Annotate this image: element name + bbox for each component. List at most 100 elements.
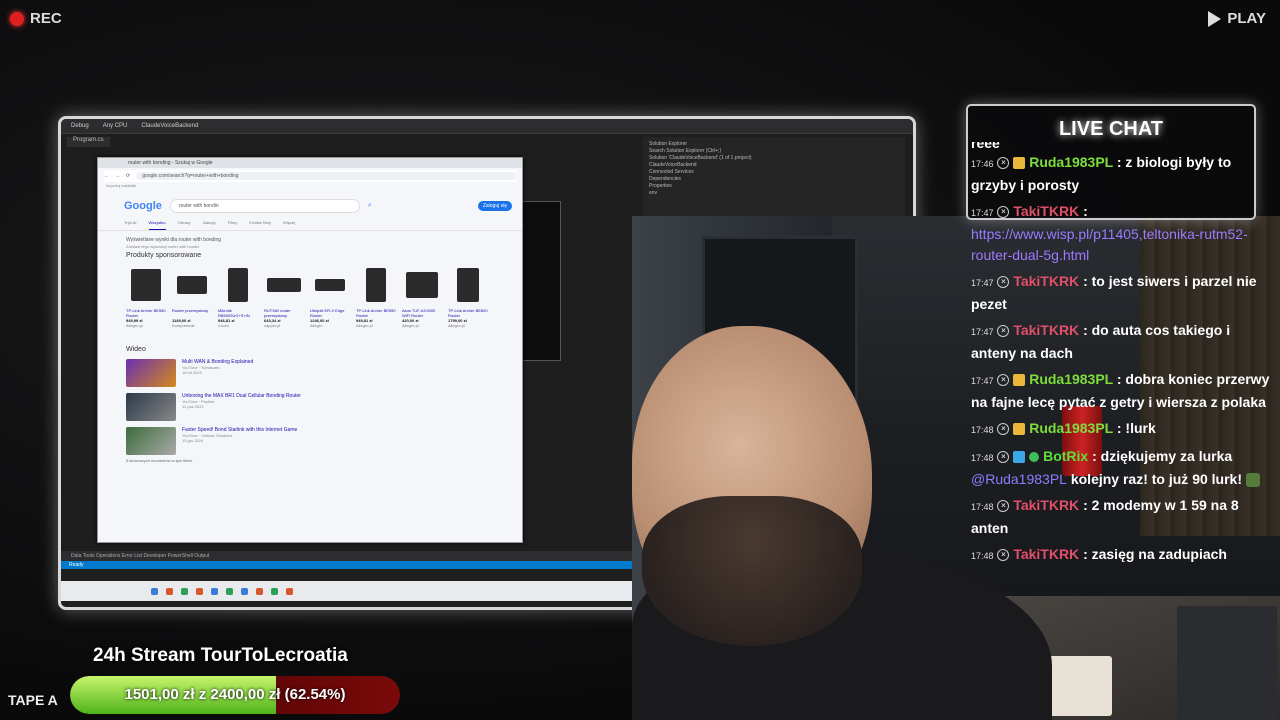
- vs-tab-program[interactable]: Program.cs: [67, 137, 110, 147]
- solution-explorer-search[interactable]: Search Solution Explorer (Ctrl+;): [649, 148, 899, 154]
- product-name[interactable]: Router przemysłowy: [172, 308, 212, 318]
- product-image[interactable]: [310, 265, 350, 305]
- more-moments[interactable]: 5 kluczowych momentów w tym filmie: [98, 455, 522, 463]
- chat-username[interactable]: Ruda1983PL: [1029, 154, 1113, 170]
- login-button[interactable]: Zaloguj się: [477, 201, 512, 211]
- product-image[interactable]: [172, 265, 212, 305]
- solution-item[interactable]: Solution 'ClaudeVoiceBackend' (1 of 1 pr…: [649, 155, 899, 161]
- search-icon[interactable]: ⌕: [368, 202, 372, 210]
- chat-username[interactable]: TakiTKRK: [1013, 497, 1079, 513]
- product-image[interactable]: [356, 265, 396, 305]
- tape-label: TAPE A: [8, 692, 58, 708]
- play-label: PLAY: [1227, 10, 1266, 27]
- solution-item[interactable]: ClaudeVoiceBackend: [649, 162, 899, 168]
- product-name[interactable]: RUT360 router przemysłowy: [264, 308, 304, 318]
- chat-username[interactable]: TakiTKRK: [1013, 203, 1079, 219]
- taskbar-app-icon[interactable]: [166, 587, 173, 595]
- timeout-icon[interactable]: ×: [997, 325, 1010, 338]
- product-name[interactable]: Asus TUF-AX3000 WiFi Router: [402, 308, 442, 318]
- chat-mention[interactable]: @Ruda1983PL: [971, 471, 1067, 487]
- timeout-icon[interactable]: ×: [997, 276, 1010, 289]
- product-name[interactable]: Mikrotik RB5009UG+S+IN: [218, 308, 258, 318]
- product-card[interactable]: Mikrotik RB5009UG+S+IN 946,81 zł x-kom: [218, 265, 258, 328]
- taskbar-app-icon[interactable]: [241, 587, 248, 595]
- product-image[interactable]: [448, 265, 488, 305]
- product-image[interactable]: [264, 265, 304, 305]
- product-name[interactable]: TP-Link Archer BE800 Router: [448, 308, 488, 318]
- product-card[interactable]: RUT360 router przemysłowy 643,34 zł zapper…: [264, 265, 304, 328]
- chat-username[interactable]: Ruda1983PL: [1029, 371, 1113, 387]
- forward-icon[interactable]: →: [115, 173, 120, 179]
- vs-menu-item[interactable]: Any CPU: [103, 123, 128, 129]
- chat-username[interactable]: Ruda1983PL: [1029, 420, 1113, 436]
- video-thumbnail[interactable]: [126, 427, 176, 455]
- taskbar-app-icon[interactable]: [256, 587, 263, 595]
- back-icon[interactable]: ←: [104, 173, 109, 179]
- search-tab[interactable]: Obrazy: [178, 220, 191, 230]
- product-card[interactable]: Router przemysłowy 1149,00 zł Komputronik: [172, 265, 212, 328]
- console-window[interactable]: [521, 201, 561, 361]
- taskbar-app-icon[interactable]: [151, 587, 158, 595]
- donation-goal-text: 1501,00 zł z 2400,00 zł (62.54%): [124, 686, 346, 703]
- product-card[interactable]: TP-Link Archer BE800 Router 1799,00 zł All…: [448, 265, 488, 328]
- chat-link[interactable]: https://www.wisp.pl/p11405,teltonika-rut…: [971, 226, 1248, 263]
- vs-menu-item[interactable]: Debug: [71, 123, 89, 129]
- search-tab[interactable]: Więcej: [283, 220, 295, 230]
- solution-item[interactable]: env: [649, 190, 899, 196]
- solution-item[interactable]: Connected Services: [649, 169, 899, 175]
- search-tab[interactable]: Tryb AI: [124, 220, 137, 230]
- taskbar-app-icon[interactable]: [226, 587, 233, 595]
- video-thumbnail[interactable]: [126, 359, 176, 387]
- solution-item[interactable]: Properties: [649, 183, 899, 189]
- search-tab[interactable]: Krótkie filmy: [249, 220, 271, 230]
- spelling-note[interactable]: Wyświetlane wyniki dla router with bondi…: [98, 231, 522, 243]
- product-name[interactable]: TP-Link Archer BE550 Router: [356, 308, 396, 318]
- product-shop: Allegro.pl: [126, 323, 143, 328]
- timeout-icon[interactable]: ×: [997, 374, 1010, 387]
- product-card[interactable]: Ubiquiti ER-X Edge Router 1246,00 zł Alleg…: [310, 265, 350, 328]
- taskbar-app-icon[interactable]: [196, 587, 203, 595]
- video-result[interactable]: Unboxing the MAX BR1 Dual Cellular Bondi…: [98, 387, 522, 421]
- product-name[interactable]: TP-Link Archer BE550 Router: [126, 308, 166, 318]
- chat-username[interactable]: TakiTKRK: [1013, 322, 1079, 338]
- timeout-icon[interactable]: ×: [997, 157, 1010, 170]
- video-result[interactable]: Faster Speed! Bond Starlink with this In…: [98, 421, 522, 455]
- timeout-icon[interactable]: ×: [997, 549, 1010, 562]
- taskbar-app-icon[interactable]: [286, 587, 293, 595]
- video-thumbnail[interactable]: [126, 393, 176, 421]
- timeout-icon[interactable]: ×: [997, 451, 1010, 464]
- bookmarks-bar[interactable]: Importuj zakładki: [98, 182, 522, 190]
- taskbar-app-icon[interactable]: [211, 587, 218, 595]
- timeout-icon[interactable]: ×: [997, 423, 1010, 436]
- router-shape: [457, 268, 479, 302]
- taskbar-app-icon[interactable]: [181, 587, 188, 595]
- product-image[interactable]: [402, 265, 442, 305]
- search-input[interactable]: router with bondin: [169, 199, 360, 213]
- chat-username[interactable]: TakiTKRK: [1013, 546, 1079, 562]
- google-logo[interactable]: Google: [124, 200, 162, 212]
- chat-username[interactable]: BotRix: [1043, 448, 1088, 464]
- address-bar[interactable]: google.com/search?q=router+with+bonding: [136, 172, 516, 180]
- search-tab[interactable]: Filmy: [228, 220, 238, 230]
- router-shape: [315, 279, 345, 291]
- browser-tab[interactable]: router with bonding - Szukaj w Google: [98, 158, 522, 168]
- chat-timestamp: 17:47: [971, 208, 994, 218]
- timeout-icon[interactable]: ×: [997, 500, 1010, 513]
- search-tab-active[interactable]: Wszystko: [148, 220, 166, 230]
- video-result[interactable]: Multi WAN & Bonding Explained YouTube · T…: [98, 353, 522, 387]
- product-card[interactable]: Asus TUF-AX3000 WiFi Router 420,00 zł Alle…: [402, 265, 442, 328]
- product-image[interactable]: [218, 265, 258, 305]
- product-card[interactable]: TP-Link Archer BE550 Router 949,81 zł Alle…: [356, 265, 396, 328]
- timeout-icon[interactable]: ×: [997, 206, 1010, 219]
- taskbar-app-icon[interactable]: [271, 587, 278, 595]
- solution-item[interactable]: Dependencies: [649, 176, 899, 182]
- product-card[interactable]: TP-Link Archer BE550 Router 949,99 zł Alle…: [126, 265, 166, 328]
- router-shape: [406, 272, 438, 298]
- reload-icon[interactable]: ⟳: [126, 173, 130, 179]
- vs-menu-item[interactable]: ClaudeVoiceBackend: [141, 123, 198, 129]
- product-image[interactable]: [126, 265, 166, 305]
- search-tab[interactable]: Zakupy: [203, 220, 216, 230]
- product-shop: Allegro.pl: [356, 323, 373, 328]
- product-name[interactable]: Ubiquiti ER-X Edge Router: [310, 308, 350, 318]
- chat-username[interactable]: TakiTKRK: [1013, 273, 1079, 289]
